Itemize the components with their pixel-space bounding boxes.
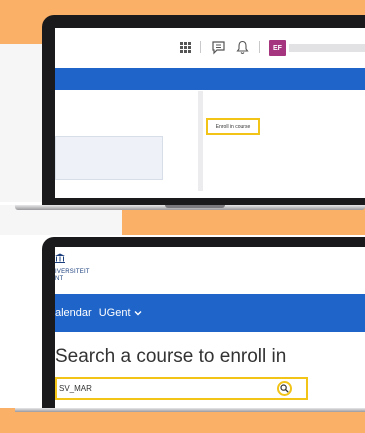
header-separator	[259, 41, 260, 53]
logo-line: IVERSITEIT	[55, 269, 90, 275]
laptop-bottom-base	[15, 408, 365, 412]
course-search-input[interactable]	[59, 382, 269, 395]
bell-icon[interactable]	[236, 40, 249, 55]
university-logo-icon	[55, 253, 65, 263]
content-placeholder-box	[55, 136, 163, 180]
laptop-bottom-screen: IVERSITEIT NT alendar UGent Search a cou…	[55, 247, 365, 408]
nav-bar: alendar UGent	[55, 294, 365, 332]
grid-icon[interactable]	[180, 42, 191, 53]
nav-item-ugent-label: UGent	[98, 307, 131, 319]
nav-bar	[55, 68, 365, 90]
avatar[interactable]: EF	[269, 40, 286, 56]
university-logo-text: IVERSITEIT NT	[55, 269, 90, 283]
chat-icon[interactable]	[211, 40, 226, 55]
page-title: Search a course to enroll in	[55, 346, 287, 367]
laptop-top-screen: EF Enroll in course	[55, 28, 365, 198]
nav-item-ugent[interactable]: UGent	[99, 307, 142, 319]
nav-item-calendar[interactable]: alendar	[55, 307, 92, 319]
logo-line: NT	[55, 276, 64, 282]
enroll-in-course-link[interactable]: Enroll in course	[206, 118, 260, 135]
search-button[interactable]	[277, 381, 292, 396]
search-icon	[280, 384, 289, 393]
user-name-placeholder[interactable]	[289, 44, 365, 52]
header-separator	[200, 41, 201, 53]
search-box	[55, 377, 308, 400]
laptop-top-notch	[165, 205, 225, 208]
chevron-down-icon	[134, 311, 141, 316]
header-bar: EF	[55, 28, 365, 67]
panel-divider	[198, 91, 203, 191]
